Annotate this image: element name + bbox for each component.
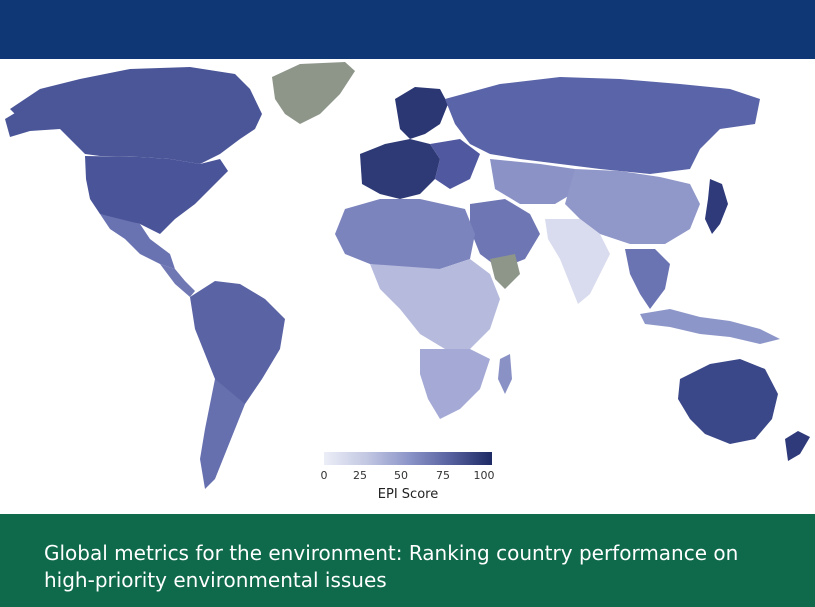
world-map	[0, 59, 815, 514]
legend-tick-100: 100	[473, 469, 495, 482]
region-southeast-asia	[625, 249, 670, 309]
legend-tick-75: 75	[436, 469, 450, 482]
legend-tick-25: 25	[353, 469, 367, 482]
region-central-asia	[490, 159, 580, 204]
legend-title: EPI Score	[377, 487, 439, 502]
top-banner	[0, 0, 815, 59]
legend-tick-50: 50	[394, 469, 408, 482]
region-japan	[705, 179, 728, 234]
caption-title: Global metrics for the environment: Rank…	[44, 541, 739, 592]
region-central-america	[160, 264, 195, 297]
region-western-europe	[360, 139, 440, 199]
region-southern-africa	[420, 349, 490, 419]
region-horn-africa	[490, 254, 520, 289]
region-north-africa	[335, 199, 475, 269]
region-central-africa	[370, 259, 500, 349]
region-scandinavia	[395, 87, 448, 139]
region-madagascar	[498, 354, 512, 394]
world-map-svg	[5, 62, 810, 489]
map-legend: 0 25 50 75 100 EPI Score	[318, 447, 498, 507]
legend-color-bar	[324, 452, 492, 465]
region-south-america-north	[190, 281, 285, 409]
region-indonesia	[640, 309, 780, 344]
region-australia	[678, 359, 778, 444]
region-new-zealand	[785, 431, 810, 461]
region-greenland	[272, 62, 355, 124]
legend-tick-0: 0	[320, 469, 328, 482]
caption-banner: Global metrics for the environment: Rank…	[0, 514, 815, 607]
